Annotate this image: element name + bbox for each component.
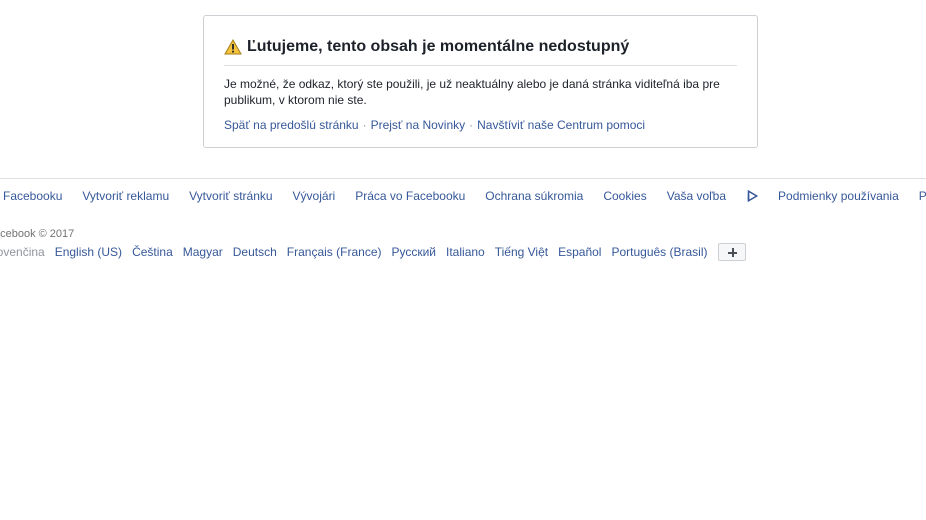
language-italian[interactable]: Italiano [446,245,485,259]
warning-icon [224,39,242,55]
link-separator: · [362,118,367,132]
language-french[interactable]: Français (France) [287,245,382,259]
error-title: Ľutujeme, tento obsah je momentálne nedo… [247,38,630,55]
footer-link-developers[interactable]: Vývojári [293,189,336,203]
language-row: lovenčina English (US) Čeština Magyar De… [0,242,746,261]
footer-link-careers[interactable]: Práca vo Facebooku [355,189,465,203]
language-spanish[interactable]: Español [558,245,601,259]
help-center-link[interactable]: Navštíviť naše Centrum pomoci [477,118,645,132]
footer-link-terms[interactable]: Podmienky používania [778,189,899,203]
adchoices-icon [747,190,759,202]
footer-divider [0,178,926,179]
footer-link-create-ad[interactable]: Vytvoriť reklamu [82,189,169,203]
error-description: Je možné, že odkaz, ktorý ste použili, j… [224,77,720,107]
language-hungarian[interactable]: Magyar [183,245,223,259]
back-link[interactable]: Späť na predošlú stránku [224,118,359,132]
language-english-us[interactable]: English (US) [55,245,122,259]
footer-link-about[interactable]: Facebooku [3,189,62,203]
footer-link-cookies[interactable]: Cookies [603,189,646,203]
footer-link-ad-choices[interactable]: Vaša voľba [666,189,759,203]
error-links: Späť na predošlú stránku · Prejsť na Novin… [224,118,645,132]
language-czech[interactable]: Čeština [132,245,173,259]
language-russian[interactable]: Русский [391,245,436,259]
error-title-row: Ľutujeme, tento obsah je momentálne nedo… [224,38,737,56]
error-box: Ľutujeme, tento obsah je momentálne nedo… [203,15,758,148]
footer-link-privacy[interactable]: Ochrana súkromia [485,189,583,203]
language-german[interactable]: Deutsch [233,245,277,259]
more-languages-button[interactable] [717,243,746,261]
link-separator: · [469,118,474,132]
footer-link-truncated[interactable]: Po [919,189,926,203]
language-vietnamese[interactable]: Tiếng Việt [495,245,548,259]
title-divider [224,65,737,66]
language-portuguese-brazil[interactable]: Português (Brasil) [611,245,707,259]
news-feed-link[interactable]: Prejsť na Novinky [371,118,466,132]
copyright: acebook © 2017 [0,228,75,240]
footer-links: Facebooku Vytvoriť reklamu Vytvoriť strá… [3,189,926,203]
current-language: lovenčina [0,244,45,259]
ad-choices-label: Vaša voľba [666,189,727,203]
footer-link-create-page[interactable]: Vytvoriť stránku [189,189,272,203]
